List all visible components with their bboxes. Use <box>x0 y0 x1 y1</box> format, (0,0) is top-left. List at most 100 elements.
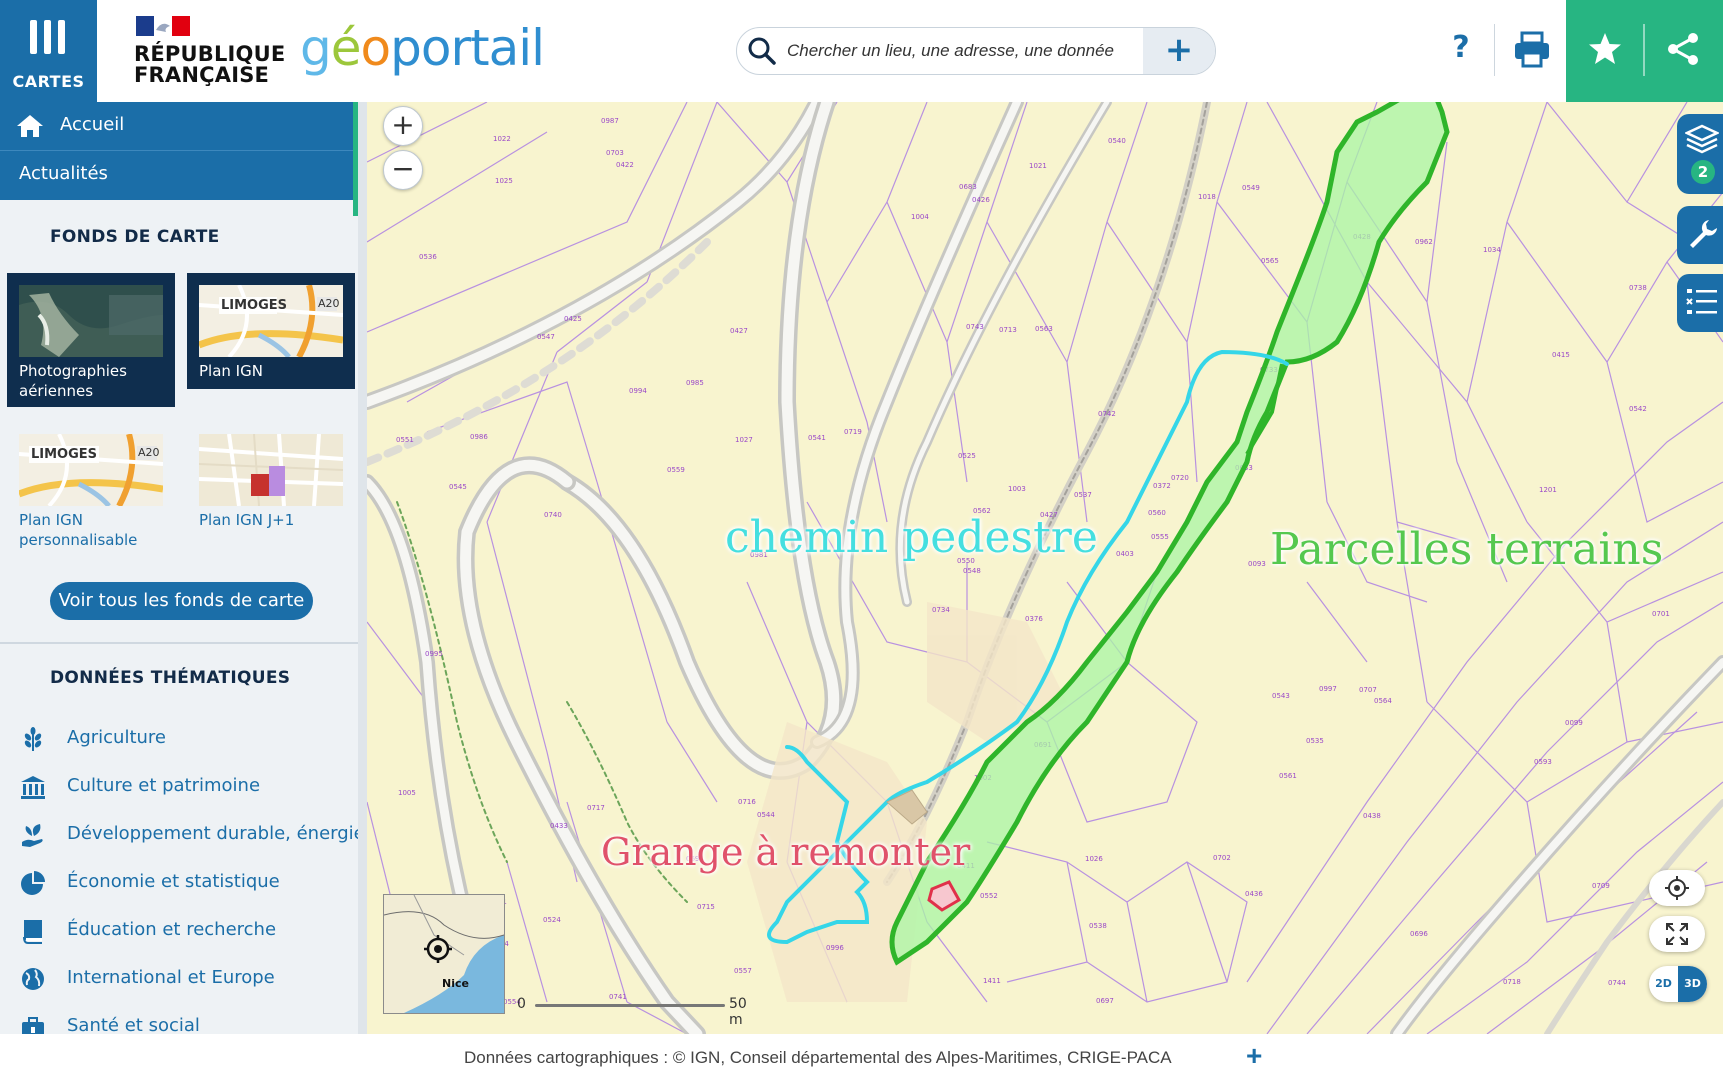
theme-culture[interactable]: Culture et patrimoine <box>20 770 350 804</box>
fullscreen-icon <box>1666 923 1688 945</box>
nav-home-label: Accueil <box>60 114 125 135</box>
basemap-tile-label: Plan IGN <box>199 362 263 380</box>
theme-sustainable-dev[interactable]: Développement durable, énergie <box>20 818 365 852</box>
zoom-out-button[interactable]: − <box>383 150 423 190</box>
basemap-tile-plan-ign-j1[interactable]: Plan IGN J+1 <box>187 422 355 542</box>
thumb-road-label: A20 <box>318 297 340 310</box>
parcel-number-label: 0525 <box>958 452 976 460</box>
parcel-number-label: 0564 <box>1374 697 1392 705</box>
parcel-number-label: 0563 <box>1035 325 1053 333</box>
toolbar-divider <box>1494 24 1495 76</box>
parcel-number-label: 0701 <box>1652 610 1670 618</box>
parcel-number-label: 0415 <box>1552 351 1570 359</box>
parcel-number-label: 0559 <box>667 466 685 474</box>
parcel-number-label: 0996 <box>826 944 844 952</box>
parcel-number-label: 0552 <box>980 892 998 900</box>
parcel-number-label: 1004 <box>911 213 929 221</box>
parcel-number-label: 0697 <box>1096 997 1114 1005</box>
parcel-number-label: 1003 <box>1008 485 1026 493</box>
plant-hand-icon <box>22 824 43 847</box>
scale-bar: 0 50 m <box>517 994 747 1028</box>
plan-ign-j1-thumbnail <box>199 434 343 506</box>
thumb-city-label: LIMOGES <box>31 447 98 462</box>
scale-end-label: 50 m <box>729 996 747 1028</box>
fullscreen-button[interactable] <box>1649 916 1705 952</box>
parcel-number-label: 0962 <box>1415 238 1433 246</box>
book-icon <box>23 920 42 944</box>
parcel-number-label: 0557 <box>734 967 752 975</box>
theme-economy[interactable]: Économie et statistique <box>20 866 350 900</box>
parcel-number-label: 0433 <box>550 822 568 830</box>
parcel-number-label: 0707 <box>1359 686 1377 694</box>
parcel-number-label: 0734 <box>932 606 950 614</box>
crosshair-icon <box>1665 876 1689 900</box>
parcel-number-label: 0536 <box>419 253 437 261</box>
layers-button[interactable]: 2 <box>1677 114 1723 194</box>
parcel-number-label: 0742 <box>1098 410 1116 418</box>
basemap-tile-plan-ign[interactable]: LIMOGES A20 Plan IGN <box>187 273 355 389</box>
parcel-number-label: 0696 <box>1410 930 1428 938</box>
print-icon[interactable] <box>1510 28 1554 72</box>
parcel-number-label: 0985 <box>686 379 704 387</box>
parcel-number-label: 0713 <box>999 326 1017 334</box>
republique-francaise-logo: RÉPUBLIQUE FRANÇAISE <box>134 16 285 88</box>
parcel-number-label: 1027 <box>735 436 753 444</box>
theme-international[interactable]: International et Europe <box>20 962 350 996</box>
theme-education[interactable]: Éducation et recherche <box>20 914 350 948</box>
tools-button[interactable] <box>1677 206 1723 264</box>
globe-icon <box>22 968 44 990</box>
attribution-more-button[interactable]: + <box>1246 1040 1262 1072</box>
parcel-number-label: 1201 <box>1539 486 1557 494</box>
search-icon[interactable] <box>747 36 777 66</box>
parcel-number-label: 0545 <box>449 483 467 491</box>
sidebar-edge <box>358 102 367 1034</box>
theme-label: Culture et patrimoine <box>67 775 261 796</box>
thumb-road-label: A20 <box>138 446 160 459</box>
parcel-number-label: 0738 <box>1629 284 1647 292</box>
search-input[interactable] <box>785 36 1159 66</box>
star-icon[interactable] <box>1586 30 1624 68</box>
parcel-number-label: 1005 <box>398 789 416 797</box>
view-mode-toggle[interactable]: 2D 3D <box>1649 966 1707 1002</box>
panel-divider <box>1643 24 1645 76</box>
nav-news[interactable]: Actualités <box>0 151 353 200</box>
basemaps-title: FONDS DE CARTE <box>50 227 220 247</box>
basemap-tile-aerial[interactable]: Photographies aériennes <box>7 273 175 407</box>
parcel-number-label: 0718 <box>1503 978 1521 986</box>
legend-button[interactable] <box>1677 274 1723 332</box>
nav-home[interactable]: Accueil <box>0 102 353 150</box>
share-icon[interactable] <box>1664 30 1702 68</box>
geoportail-logo[interactable]: géoportail <box>300 18 545 78</box>
zoom-in-button[interactable]: + <box>383 106 423 146</box>
plan-ign-thumbnail: LIMOGES A20 <box>199 285 343 357</box>
theme-label: Santé et social <box>67 1015 200 1034</box>
theme-agriculture[interactable]: Agriculture <box>20 722 350 756</box>
top-bar: CARTES RÉPUBLIQUE FRANÇAISE géoportail +… <box>0 0 1723 102</box>
help-button[interactable]: ? <box>1446 30 1476 70</box>
home-icon <box>17 115 43 137</box>
parcel-number-label: 0744 <box>1608 979 1626 987</box>
mode-2d-button[interactable]: 2D <box>1649 966 1678 1002</box>
mode-3d-button[interactable]: 3D <box>1678 966 1707 1002</box>
parcel-number-label: 1025 <box>495 177 513 185</box>
minimap-city-label: Nice <box>442 977 469 990</box>
parcel-number-label: 0538 <box>1089 922 1107 930</box>
geolocate-button[interactable] <box>1649 870 1705 906</box>
parcel-number-label: 0548 <box>963 567 981 575</box>
parcel-number-label: 0093 <box>1248 560 1266 568</box>
basemap-tile-plan-ign-custom[interactable]: LIMOGES A20 Plan IGN personnalisable <box>7 422 175 562</box>
parcel-number-label: 0743 <box>966 323 984 331</box>
basemap-tile-label: Photographies aériennes <box>19 362 127 400</box>
attribution-footer: Données cartographiques : © IGN, Conseil… <box>0 1034 1723 1080</box>
parcel-number-label: 0372 <box>1153 482 1171 490</box>
theme-label: Éducation et recherche <box>67 919 277 940</box>
map-view[interactable]: 0376054705480371037205440549056305650403… <box>367 102 1723 1034</box>
theme-health[interactable]: Santé et social <box>20 1010 350 1034</box>
overview-minimap[interactable]: Nice <box>383 894 505 1014</box>
plan-ign-custom-thumbnail: LIMOGES A20 <box>19 434 163 506</box>
advanced-search-button[interactable]: + <box>1143 28 1215 74</box>
cartes-menu-button[interactable]: CARTES <box>0 0 97 102</box>
nav-news-label: Actualités <box>19 163 108 184</box>
see-all-basemaps-button[interactable]: Voir tous les fonds de carte <box>50 582 313 620</box>
parcel-number-label: 1411 <box>983 977 1001 985</box>
